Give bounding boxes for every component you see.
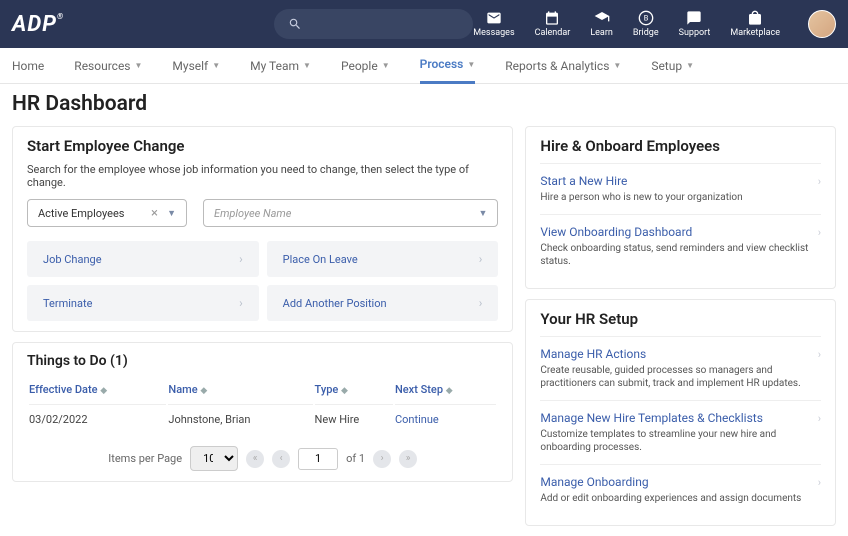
navbar: Home Resources▼ Myself▼ My Team▼ People▼… [0,48,848,84]
page-size-select[interactable]: 10 [190,446,238,471]
support-icon[interactable]: Support [679,10,711,38]
view-onboarding-dashboard-item[interactable]: View Onboarding Dashboard› Check onboard… [540,214,821,278]
nav-home[interactable]: Home [12,48,44,84]
first-page-button[interactable]: « [246,450,264,468]
col-name[interactable]: Name ◆ [168,377,312,402]
search-icon [288,17,302,31]
col-next-step[interactable]: Next Step ◆ [395,377,496,402]
chevron-right-icon: › [239,296,243,310]
calendar-icon[interactable]: Calendar [535,10,571,38]
learn-icon[interactable]: Learn [590,10,613,38]
things-to-do-card: Things to Do (1) Effective Date ◆ Name ◆… [12,342,513,482]
hr-setup-card: Your HR Setup Manage HR Actions› Create … [525,299,836,526]
start-new-hire-item[interactable]: Start a New Hire› Hire a person who is n… [540,163,821,214]
card-title: Hire & Onboard Employees [540,137,821,155]
chevron-down-icon: ▼ [135,61,143,70]
employee-name-select[interactable]: Employee Name ▼ [203,199,498,227]
sort-icon: ◆ [341,386,348,396]
chevron-down-icon: ▼ [467,60,475,69]
chevron-right-icon: › [239,252,243,266]
card-title: Start Employee Change [27,137,498,155]
chevron-down-icon: ▼ [212,61,220,70]
bridge-icon[interactable]: BBridge [633,10,659,38]
manage-templates-item[interactable]: Manage New Hire Templates & Checklists› … [540,400,821,464]
employee-filter-select[interactable]: Active Employees × ▼ [27,199,187,227]
chevron-down-icon: ▼ [303,61,311,70]
prev-page-button[interactable]: ‹ [272,450,290,468]
chevron-right-icon: › [479,252,483,266]
top-icons: Messages Calendar Learn BBridge Support … [473,10,836,38]
search-input[interactable] [274,9,473,39]
avatar[interactable] [808,10,836,38]
place-on-leave-button[interactable]: Place On Leave› [267,241,499,277]
start-employee-change-card: Start Employee Change Search for the emp… [12,126,513,332]
brand-logo[interactable]: ADP® [12,12,64,37]
things-table: Effective Date ◆ Name ◆ Type ◆ Next Step… [27,375,498,436]
hire-onboard-card: Hire & Onboard Employees Start a New Hir… [525,126,836,289]
cell-date: 03/02/2022 [29,404,166,434]
card-title: Your HR Setup [540,310,821,328]
sort-icon: ◆ [200,386,207,396]
cell-name: Johnstone, Brian [168,404,312,434]
nav-reports[interactable]: Reports & Analytics▼ [505,48,621,84]
sort-icon: ◆ [100,386,107,396]
sort-icon: ◆ [446,386,453,396]
continue-link[interactable]: Continue [395,404,496,434]
chevron-down-icon: ▼ [167,208,176,219]
clear-icon[interactable]: × [151,206,158,221]
next-page-button[interactable]: › [373,450,391,468]
col-type[interactable]: Type ◆ [315,377,393,402]
nav-myteam[interactable]: My Team▼ [250,48,311,84]
svg-text:B: B [643,14,648,23]
items-per-page-label: Items per Page [108,452,182,465]
chevron-right-icon: › [818,476,821,489]
chevron-down-icon: ▼ [382,61,390,70]
nav-people[interactable]: People▼ [341,48,390,84]
chevron-down-icon: ▼ [478,208,487,219]
chevron-down-icon: ▼ [686,61,694,70]
chevron-right-icon: › [818,226,821,239]
topbar: ADP® Messages Calendar Learn BBridge Sup… [0,0,848,48]
chevron-right-icon: › [818,175,821,188]
marketplace-icon[interactable]: Marketplace [730,10,780,38]
chevron-right-icon: › [479,296,483,310]
card-instruction: Search for the employee whose job inform… [27,163,498,189]
nav-myself[interactable]: Myself▼ [172,48,220,84]
pagination: Items per Page 10 « ‹ of 1 › » [27,446,498,471]
nav-resources[interactable]: Resources▼ [74,48,142,84]
last-page-button[interactable]: » [399,450,417,468]
card-title: Things to Do (1) [27,353,498,369]
nav-process[interactable]: Process▼ [420,48,476,84]
chevron-right-icon: › [818,348,821,361]
messages-icon[interactable]: Messages [473,10,514,38]
terminate-button[interactable]: Terminate› [27,285,259,321]
table-row: 03/02/2022 Johnstone, Brian New Hire Con… [29,404,496,434]
manage-hr-actions-item[interactable]: Manage HR Actions› Create reusable, guid… [540,336,821,400]
chevron-down-icon: ▼ [613,61,621,70]
manage-onboarding-item[interactable]: Manage Onboarding› Add or edit onboardin… [540,464,821,515]
page-of-label: of 1 [346,452,365,465]
page-input[interactable] [298,448,338,470]
nav-setup[interactable]: Setup▼ [651,48,694,84]
cell-type: New Hire [315,404,393,434]
col-effective-date[interactable]: Effective Date ◆ [29,377,166,402]
job-change-button[interactable]: Job Change› [27,241,259,277]
page-title: HR Dashboard [0,84,848,116]
add-position-button[interactable]: Add Another Position› [267,285,499,321]
chevron-right-icon: › [818,412,821,425]
